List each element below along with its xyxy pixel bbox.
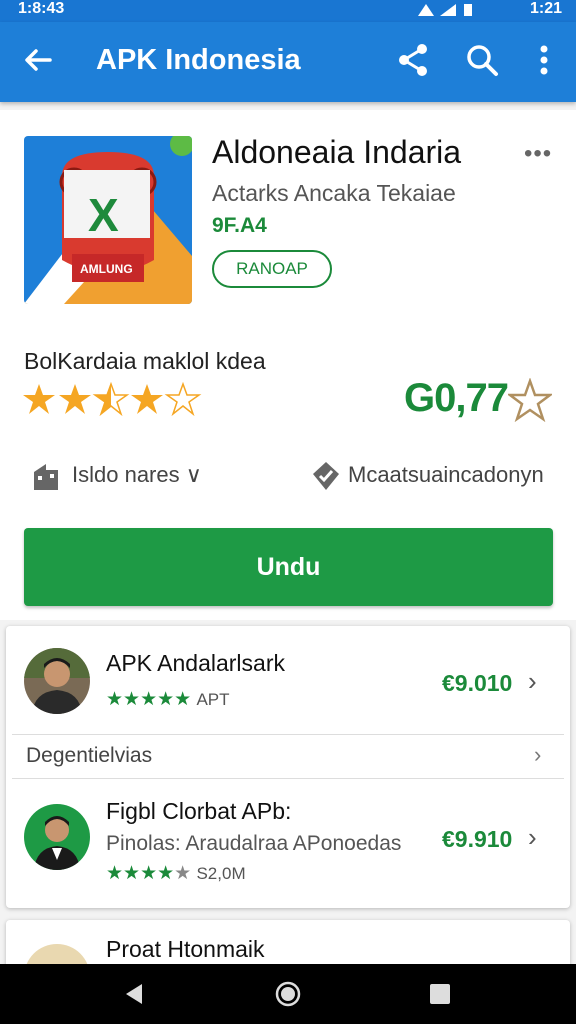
- info-left-text: Isldo nares ∨: [72, 462, 202, 487]
- status-icons: [416, 2, 486, 21]
- list-item-name: Figbl Clorbat APb:: [106, 798, 292, 824]
- avatar: [24, 804, 90, 870]
- app-overflow-menu[interactable]: •••: [524, 140, 552, 168]
- verified-badge-icon: [313, 462, 339, 490]
- list-item[interactable]: Figbl Clorbat APb: Pinolas: Araudalraa A…: [6, 782, 570, 906]
- arrow-back-icon[interactable]: [20, 42, 56, 78]
- list-item-price: €9.910: [442, 826, 513, 852]
- section-header[interactable]: Degentielvias: [26, 744, 152, 768]
- nav-home-icon[interactable]: [274, 980, 302, 1008]
- rating-stars: [22, 382, 202, 427]
- app-icon-letter: X: [88, 189, 119, 241]
- nav-back-icon[interactable]: [120, 980, 148, 1008]
- list-item-name: APK Andalarlsark: [106, 650, 285, 676]
- app-size: 9F.A4: [212, 214, 267, 237]
- app-details-card: X AMLUNG Aldoneaia Indaria Actarks Ancak…: [0, 110, 576, 620]
- divider: [12, 778, 564, 779]
- signal-icon: [418, 4, 472, 16]
- chevron-right-icon: ›: [528, 666, 537, 696]
- app-name: Aldoneaia Indaria: [212, 134, 462, 170]
- person-avatar-icon: [24, 804, 90, 870]
- avatar: [24, 648, 90, 714]
- share-icon[interactable]: [396, 42, 430, 78]
- system-nav-bar: [0, 964, 576, 1024]
- star-rating-icon: [23, 383, 200, 415]
- list-item-name: Proat Htonmaik: [106, 936, 265, 962]
- status-time-right: 1:21: [529, 0, 562, 17]
- divider: [12, 734, 564, 735]
- search-icon[interactable]: [464, 42, 500, 78]
- app-developer[interactable]: Actarks Ancaka Tekaiae: [212, 180, 456, 207]
- download-button[interactable]: Undu: [24, 528, 553, 606]
- status-time-left: 1:8:43: [18, 0, 65, 17]
- status-bar: 1:8:43 1:21: [0, 0, 576, 22]
- related-list-card: APK Andalarlsark ★★★★★ APT €9.010 › Dege…: [6, 626, 570, 908]
- chevron-right-icon[interactable]: ›: [534, 742, 541, 768]
- info-right-text: Mcaatsuaincadonyn: [348, 462, 544, 487]
- rating-label: BolKardaia maklol kdea: [24, 348, 266, 374]
- app-bar: APK Indonesia: [0, 22, 576, 102]
- rating-price: G0,77: [404, 376, 509, 420]
- building-icon: [34, 464, 58, 490]
- person-avatar-icon: [24, 648, 90, 714]
- nav-recents-icon[interactable]: [428, 982, 452, 1006]
- app-icon-label: AMLUNG: [80, 262, 133, 276]
- more-vert-icon[interactable]: [534, 42, 554, 78]
- list-item-subtitle: Pinolas: Araudalraa APonoedas: [106, 832, 402, 855]
- list-item[interactable]: APK Andalarlsark ★★★★★ APT €9.010 ›: [6, 626, 570, 736]
- app-bar-title: APK Indonesia: [96, 44, 301, 76]
- list-item-price: €9.010: [442, 670, 513, 696]
- app-badge[interactable]: RANOAP: [212, 250, 332, 288]
- list-item-rating: ★★★★★ APT: [106, 689, 230, 710]
- chevron-right-icon: ›: [528, 822, 537, 852]
- star-outline-icon[interactable]: [508, 378, 552, 422]
- list-item-rating: ★★★★★ S2,0M: [106, 863, 246, 884]
- app-icon[interactable]: X AMLUNG: [24, 136, 192, 304]
